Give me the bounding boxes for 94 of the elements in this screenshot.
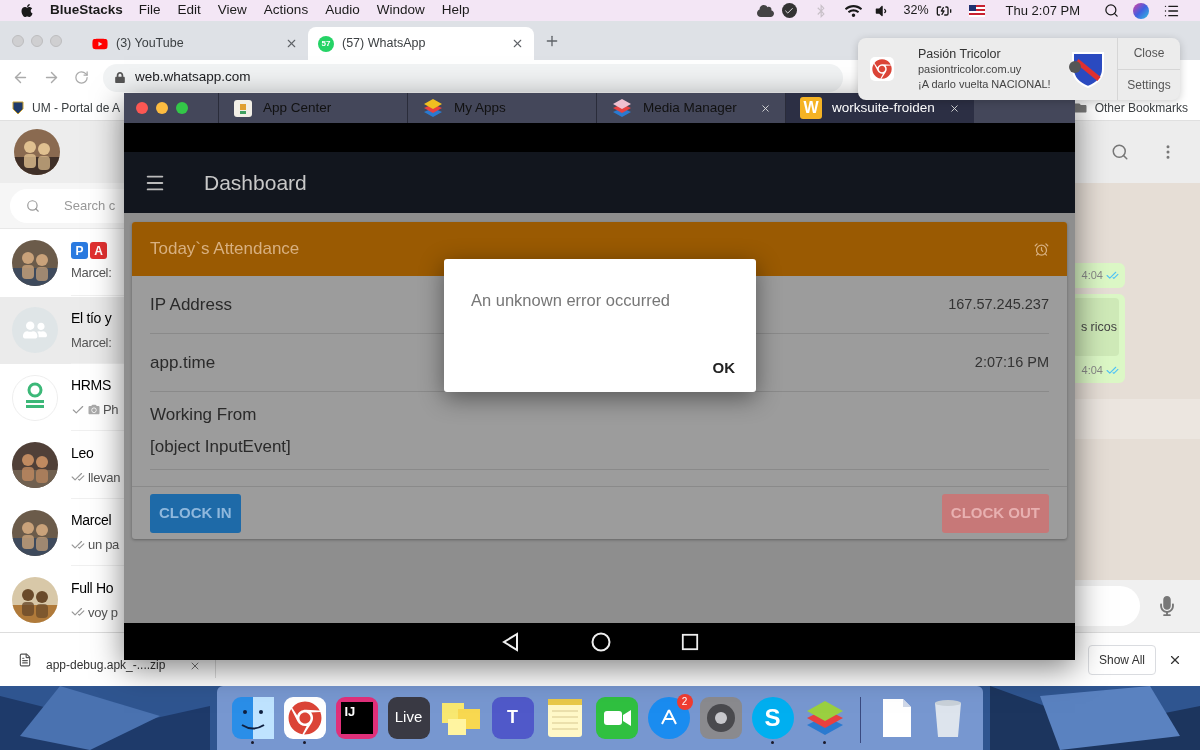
bookmark[interactable]: UM - Portal de A — [12, 98, 121, 117]
notification-badge: 2 — [676, 693, 693, 710]
close-window-control[interactable] — [136, 102, 148, 114]
folder-icon — [1073, 101, 1087, 114]
gear-icon[interactable] — [699, 696, 742, 739]
volume-icon[interactable] — [873, 3, 888, 18]
shield-icon — [1067, 49, 1107, 89]
camera-icon — [88, 404, 100, 416]
file-icon — [18, 651, 32, 668]
flag-icon[interactable] — [968, 4, 985, 17]
cloud-icon[interactable] — [756, 3, 774, 18]
teams-icon[interactable]: T — [491, 696, 534, 739]
notification-body: ¡A darlo vuelta NACIONAL! — [918, 76, 1052, 92]
menu-item[interactable]: View — [217, 0, 247, 21]
notification-source: pasiontricolor.com.uy — [918, 61, 1023, 77]
menu-item[interactable]: Window — [376, 0, 425, 21]
menu-item[interactable]: Edit — [177, 0, 201, 21]
menu-item[interactable]: Help — [441, 0, 470, 21]
row-label: IP Address — [150, 293, 232, 316]
check-badge-icon[interactable] — [781, 3, 797, 18]
ok-button[interactable]: OK — [706, 356, 741, 380]
letter-badge: P — [71, 242, 88, 259]
close-icon[interactable] — [949, 102, 960, 114]
minimize-window-control[interactable] — [156, 102, 168, 114]
double-check-icon — [1106, 364, 1119, 377]
row-label: app.time — [150, 351, 216, 374]
menu-item[interactable]: File — [138, 0, 161, 21]
back-icon[interactable] — [500, 631, 521, 652]
app-store-icon[interactable]: 2 — [647, 696, 690, 739]
browser-tab[interactable]: (3) YouTube — [82, 27, 308, 60]
message-field[interactable] — [1075, 586, 1140, 626]
recents-icon[interactable] — [680, 632, 699, 651]
chat-preview: Ph — [103, 401, 119, 419]
browser-tab[interactable]: 57 (57) WhatsApp — [308, 27, 534, 60]
dialog-message: An unknown error occurred — [471, 290, 671, 311]
home-icon[interactable] — [590, 631, 611, 652]
close-icon[interactable] — [511, 37, 524, 50]
notification-title: Pasión Tricolor — [918, 46, 1002, 62]
chat-name: Full Ho — [71, 578, 115, 598]
chat-name: HRMS — [71, 376, 113, 395]
bag-icon — [233, 98, 253, 118]
row-value: 167.57.245.237 — [948, 294, 1049, 314]
chat-preview: Marcel: — [71, 264, 112, 282]
download-file-name[interactable]: app-debug.apk_-....zip — [46, 659, 166, 672]
letter-badge: A — [90, 242, 107, 259]
group-avatar — [12, 307, 58, 354]
stack-icon — [611, 98, 633, 118]
chat-name: Leo — [71, 443, 95, 463]
message-time: 4:04 — [1081, 363, 1103, 379]
app-title: Dashboard — [204, 169, 307, 196]
address-bar[interactable]: web.whatsapp.com — [103, 63, 843, 92]
alarm-clock-icon — [1034, 241, 1049, 257]
ide-icon[interactable]: IJ — [335, 696, 378, 739]
notification-banner[interactable]: Pasión Tricolor pasiontricolor.com.uy ¡A darlo vuelta NACIONAL! Close Settings — [858, 38, 1180, 100]
menu-clock[interactable]: Thu 2:07 PM — [1005, 0, 1080, 21]
notification-action[interactable]: Close — [1118, 38, 1180, 70]
message-text: s ricos — [1073, 297, 1119, 357]
chat-preview: Marcel: — [71, 333, 112, 352]
app-menu[interactable]: BlueStacks — [50, 0, 123, 21]
tab-badge: 57 — [318, 35, 334, 52]
menu-item[interactable]: Actions — [263, 0, 309, 21]
wifi-icon[interactable] — [844, 3, 862, 18]
ring-logo-avatar — [12, 374, 58, 421]
microphone-icon[interactable] — [1160, 596, 1174, 616]
chat-preview: llevan — [88, 468, 121, 487]
browser-icon[interactable] — [283, 696, 326, 739]
row-label: Working From — [150, 404, 258, 426]
search-icon — [26, 198, 40, 213]
chat-preview: un pa — [88, 536, 120, 554]
zoom-window-control[interactable] — [176, 102, 188, 114]
stack-icon — [422, 98, 444, 118]
search-icon[interactable] — [1104, 3, 1119, 18]
video-camera-icon[interactable] — [595, 696, 638, 739]
live-icon[interactable]: Live — [387, 696, 430, 739]
smiling-face-icon[interactable] — [231, 696, 274, 739]
browser-icon — [870, 57, 894, 81]
siri-icon[interactable] — [1133, 2, 1149, 19]
row-detail: [object InputEvent] — [150, 435, 292, 458]
app-logo: W — [800, 97, 822, 119]
show-all-button[interactable]: Show All — [1087, 644, 1156, 675]
bookmark[interactable]: Other Bookmarks — [1073, 98, 1188, 117]
chat-name: El tío y — [71, 308, 113, 328]
notification-action[interactable]: Settings — [1118, 69, 1180, 100]
shield-icon — [12, 100, 24, 115]
chat-preview: voy p — [88, 603, 118, 622]
close-icon[interactable] — [760, 102, 771, 114]
card-title: Today`s Attendance — [150, 238, 300, 261]
message-time: 4:04 — [1081, 268, 1103, 283]
menu-item[interactable]: Audio — [325, 0, 360, 21]
apple-icon[interactable] — [20, 3, 34, 18]
chat-name: Marcel — [71, 511, 113, 530]
battery-percent: 32% — [903, 2, 929, 20]
chat-item[interactable]: El tío y Marcel: — [0, 296, 124, 364]
row-value: 2:07:16 PM — [974, 352, 1049, 372]
